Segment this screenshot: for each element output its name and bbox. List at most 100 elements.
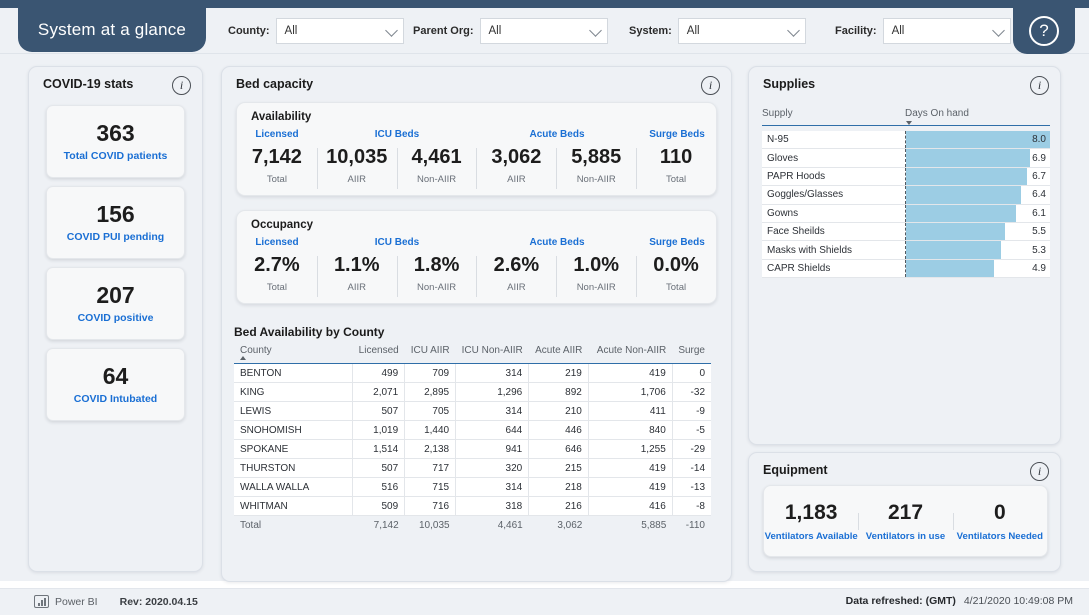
table-row[interactable]: SPOKANE 1,514 2,138 941 646 1,255 -29 — [234, 439, 711, 459]
kpi-value: 3,062 — [491, 146, 542, 168]
filter-facility-value: All — [891, 25, 905, 37]
kpi-value: 217 — [887, 500, 924, 524]
help-button[interactable]: ? — [1013, 8, 1075, 54]
supply-name: Gowns — [767, 207, 799, 219]
cell-county: WHITMAN — [234, 496, 353, 516]
stat-label: COVID positive — [77, 312, 154, 325]
table-header-row: County Licensed ICU AIIR ICU Non-AIIR Ac… — [234, 343, 711, 364]
column-header-surge[interactable]: Surge — [672, 343, 711, 364]
covid-stats-title: COVID-19 stats — [43, 77, 134, 91]
column-header-icu-non-aiir[interactable]: ICU Non-AIIR — [455, 343, 529, 364]
supply-row[interactable]: Gowns 6.1 — [762, 204, 1050, 223]
column-header-acute-aiir[interactable]: Acute AIIR — [528, 343, 589, 364]
kpi-value: 2.7% — [254, 254, 300, 276]
column-header-label: County — [240, 345, 272, 356]
sort-descending-icon — [906, 121, 912, 125]
stat-label: COVID PUI pending — [66, 231, 165, 244]
kpi-sublabel: Non-AIIR — [417, 282, 457, 293]
supply-row[interactable]: Face Sheilds 5.5 — [762, 222, 1050, 242]
info-icon[interactable]: i — [1030, 462, 1049, 481]
cell-county: LEWIS — [234, 401, 353, 421]
stat-tile-total-covid-patients[interactable]: 363 Total COVID patients — [46, 105, 185, 178]
supply-value: 6.7 — [1032, 170, 1046, 182]
stat-tile-covid-intubated[interactable]: 64 COVID Intubated — [46, 348, 185, 421]
column-header-acute-non-aiir[interactable]: Acute Non-AIIR — [588, 343, 673, 364]
filter-system[interactable]: System: All — [629, 18, 806, 44]
cell-total-label: Total — [234, 515, 353, 534]
filter-parent-org[interactable]: Parent Org: All — [413, 18, 608, 44]
stat-tile-covid-pui-pending[interactable]: 156 COVID PUI pending — [46, 186, 185, 259]
cell-county: THURSTON — [234, 458, 353, 478]
info-icon[interactable]: i — [172, 76, 191, 95]
supply-bar — [906, 259, 995, 278]
supply-row[interactable]: Goggles/Glasses 6.4 — [762, 186, 1050, 205]
kpi-ventilators-in-use: 217 Ventilators in use — [858, 501, 952, 542]
stat-tile-covid-positive[interactable]: 207 COVID positive — [46, 267, 185, 340]
filter-facility-select[interactable]: All — [882, 18, 1011, 44]
footer-left: Power BI Rev: 2020.04.15 — [34, 595, 198, 608]
filter-parent-org-select[interactable]: All — [479, 18, 608, 44]
supply-bar — [906, 149, 1031, 167]
table-row[interactable]: WHITMAN 509 716 318 216 416 -8 — [234, 496, 711, 516]
kpi-surge-total: . 110 Total — [636, 129, 716, 193]
stat-value: 207 — [96, 281, 135, 308]
occupancy-kpi-row: . 2.7% Total . 1.1% AIIR . 1.8% Non-AIIR… — [237, 237, 716, 301]
kpi-label: Ventilators Available — [764, 530, 858, 542]
column-header-licensed[interactable]: Licensed — [352, 343, 405, 364]
table-row[interactable]: BENTON 499 709 314 219 419 0 — [234, 363, 711, 383]
supply-row[interactable]: CAPR Shields 4.9 — [762, 259, 1050, 279]
supply-bar — [906, 241, 1002, 259]
kpi-sublabel: Non-AIIR — [576, 282, 616, 293]
equipment-card: Equipment i 1,183 Ventilators Available … — [748, 452, 1061, 572]
table-row[interactable]: SNOHOMISH 1,019 1,440 644 446 840 -5 — [234, 420, 711, 440]
kpi-icu-aiir: . 10,035 AIIR — [316, 129, 397, 193]
table-row[interactable]: KING 2,071 2,895 1,296 892 1,706 -32 — [234, 382, 711, 402]
kpi-sublabel: Non-AIIR — [417, 174, 457, 185]
supply-row[interactable]: PAPR Hoods 6.7 — [762, 167, 1050, 187]
kpi-icu-aiir-occupancy: . 1.1% AIIR — [316, 237, 397, 301]
filter-facility-label: Facility: — [835, 25, 877, 37]
supply-value: 6.9 — [1032, 152, 1046, 164]
bed-capacity-title: Bed capacity — [236, 77, 314, 91]
supply-bar — [906, 186, 1022, 204]
table-row[interactable]: THURSTON 507 717 320 215 419 -14 — [234, 458, 711, 478]
bed-availability-table-title: Bed Availability by County — [234, 325, 385, 339]
info-icon[interactable]: i — [1030, 76, 1049, 95]
stat-value: 156 — [96, 200, 135, 227]
column-header-county[interactable]: County — [234, 343, 353, 364]
filter-parent-org-label: Parent Org: — [413, 25, 474, 37]
column-header-supply[interactable]: Supply — [762, 108, 905, 119]
kpi-value: 5,885 — [571, 146, 622, 168]
cell-county: BENTON — [234, 363, 353, 383]
supply-row[interactable]: Gloves 6.9 — [762, 149, 1050, 168]
supply-row[interactable]: Masks with Shields 5.3 — [762, 241, 1050, 260]
dashboard-root: System at a glance County: All Parent Or… — [0, 0, 1089, 615]
table-body: BENTON 499 709 314 219 419 0 KING 2,071 2,895 1,2… — [234, 363, 711, 534]
supply-bar-track: 6.9 — [905, 149, 1050, 167]
kpi-ventilators-available: 1,183 Ventilators Available — [764, 501, 858, 542]
supply-value: 5.3 — [1032, 244, 1046, 256]
filter-system-select[interactable]: All — [677, 18, 806, 44]
kpi-value: 2.6% — [493, 254, 540, 276]
kpi-sublabel: AIIR — [507, 174, 526, 185]
page-title-tab: System at a glance — [18, 8, 206, 52]
supply-bar-track: 5.5 — [905, 222, 1050, 241]
filter-facility[interactable]: Facility: All — [835, 18, 1011, 44]
info-icon[interactable]: i — [701, 76, 720, 95]
chevron-down-icon — [384, 24, 398, 37]
supply-row[interactable]: N-95 8.0 — [762, 131, 1050, 150]
kpi-sublabel: AIIR — [347, 282, 366, 293]
cell-county: KING — [234, 382, 353, 402]
table-row[interactable]: LEWIS 507 705 314 210 411 -9 — [234, 401, 711, 421]
column-header-icu-aiir[interactable]: ICU AIIR — [404, 343, 456, 364]
supply-name: PAPR Hoods — [767, 170, 826, 182]
supply-name: Gloves — [767, 152, 799, 164]
supply-name: CAPR Shields — [767, 262, 831, 274]
filter-county[interactable]: County: All — [228, 18, 404, 44]
table-row[interactable]: WALLA WALLA 516 715 314 218 419 -13 — [234, 477, 711, 497]
stat-value: 64 — [102, 362, 129, 389]
kpi-value: 110 — [659, 146, 693, 168]
filter-county-select[interactable]: All — [275, 18, 404, 44]
column-header-days-on-hand[interactable]: Days On hand — [905, 108, 1050, 125]
footer-bar: Power BI Rev: 2020.04.15 Data refreshed:… — [0, 588, 1089, 615]
